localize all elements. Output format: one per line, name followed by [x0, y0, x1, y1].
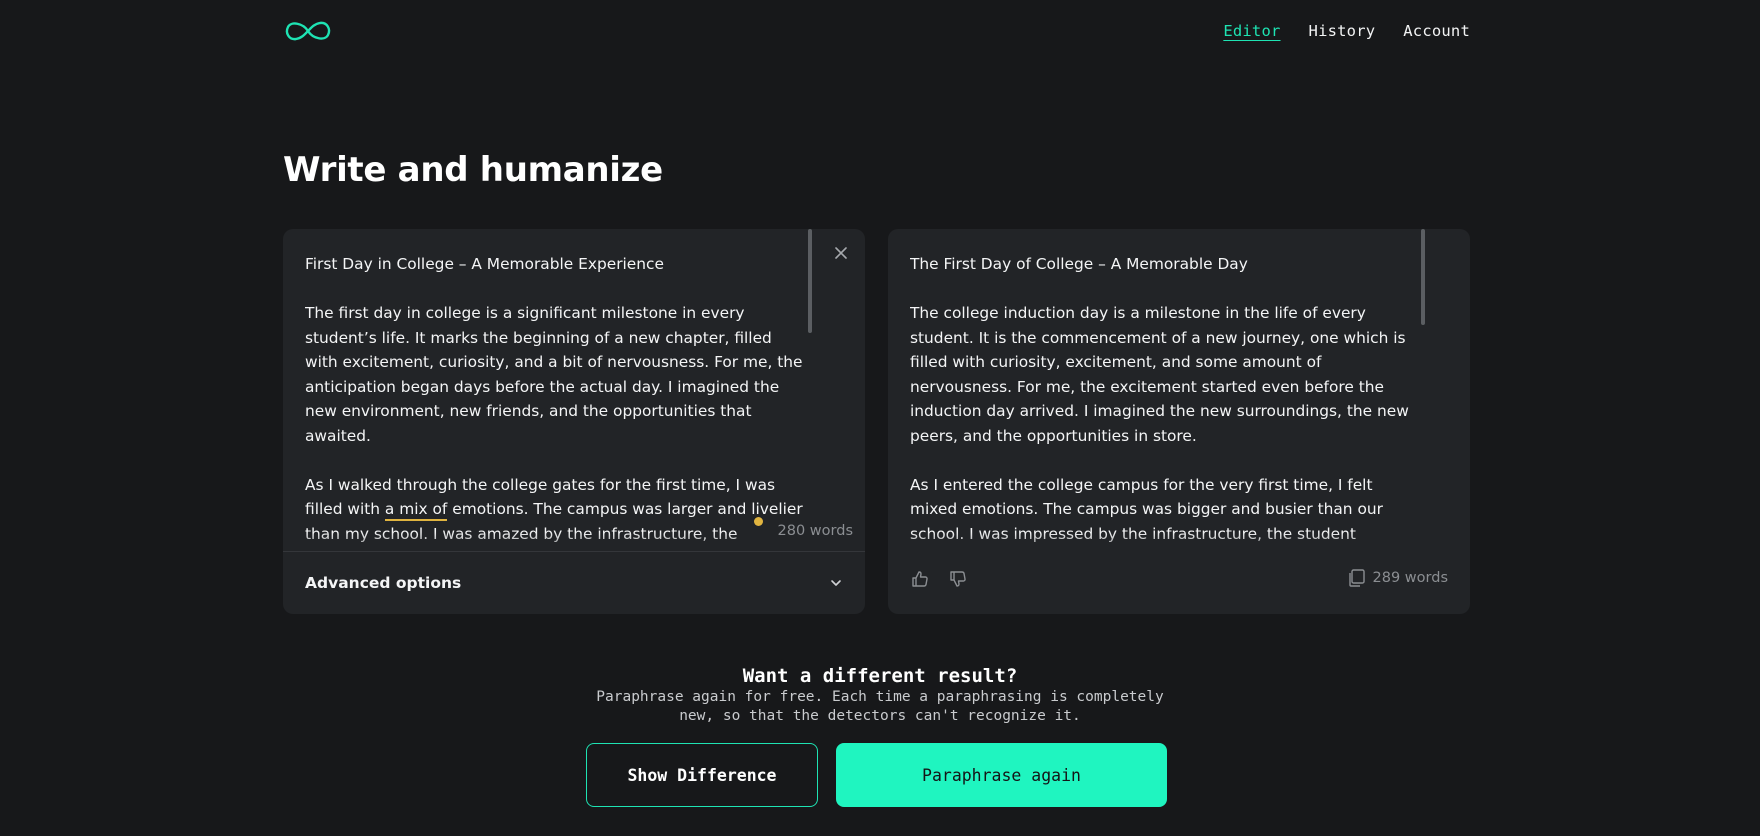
advanced-options-toggle[interactable]: Advanced options [283, 552, 865, 614]
page-title: Write and humanize [283, 150, 663, 190]
output-paragraph-1: The college induction day is a milestone… [910, 304, 1409, 445]
nav-history[interactable]: History [1309, 22, 1376, 40]
feedback-buttons [910, 569, 968, 589]
output-text-area[interactable]: The First Day of College – A Memorable D… [910, 252, 1420, 562]
thumbs-down-icon[interactable] [948, 569, 968, 589]
output-word-count: 289 words [1372, 570, 1448, 586]
page: Editor History Account Write and humaniz… [0, 0, 1760, 836]
infinity-logo-icon[interactable] [283, 18, 333, 44]
cta-subtitle: Paraphrase again for free. Each time a p… [596, 689, 1164, 724]
close-icon[interactable] [833, 245, 849, 261]
output-paragraph-2: As I entered the college campus for the … [910, 475, 1383, 543]
input-paragraph-2: As I walked through the college gates fo… [305, 473, 805, 547]
output-scrollbar[interactable] [1421, 229, 1425, 325]
nav-account[interactable]: Account [1403, 22, 1470, 40]
input-paragraph-1: The first day in college is a significan… [305, 304, 803, 445]
paraphrase-again-button[interactable]: Paraphrase again [836, 743, 1167, 807]
input-text-area[interactable]: First Day in College – A Memorable Exper… [305, 252, 805, 564]
output-panel: The First Day of College – A Memorable D… [888, 229, 1470, 614]
copy-icon[interactable] [1346, 568, 1366, 588]
suggestion-highlight[interactable]: a mix of [384, 500, 448, 521]
thumbs-up-icon[interactable] [910, 569, 930, 589]
output-heading: The First Day of College – A Memorable D… [910, 255, 1248, 273]
input-scrollbar[interactable] [808, 229, 812, 333]
main-nav: Editor History Account [1223, 22, 1470, 40]
cta-title: Want a different result? [742, 665, 1018, 687]
advanced-options-label: Advanced options [305, 574, 462, 592]
chevron-down-icon [831, 580, 841, 586]
input-heading: First Day in College – A Memorable Exper… [305, 255, 664, 273]
nav-editor[interactable]: Editor [1223, 22, 1280, 40]
input-word-count: 280 words [777, 523, 853, 539]
show-difference-button[interactable]: Show Difference [586, 743, 818, 807]
suggestion-dot-icon[interactable] [754, 517, 763, 526]
input-panel: First Day in College – A Memorable Exper… [283, 229, 865, 614]
